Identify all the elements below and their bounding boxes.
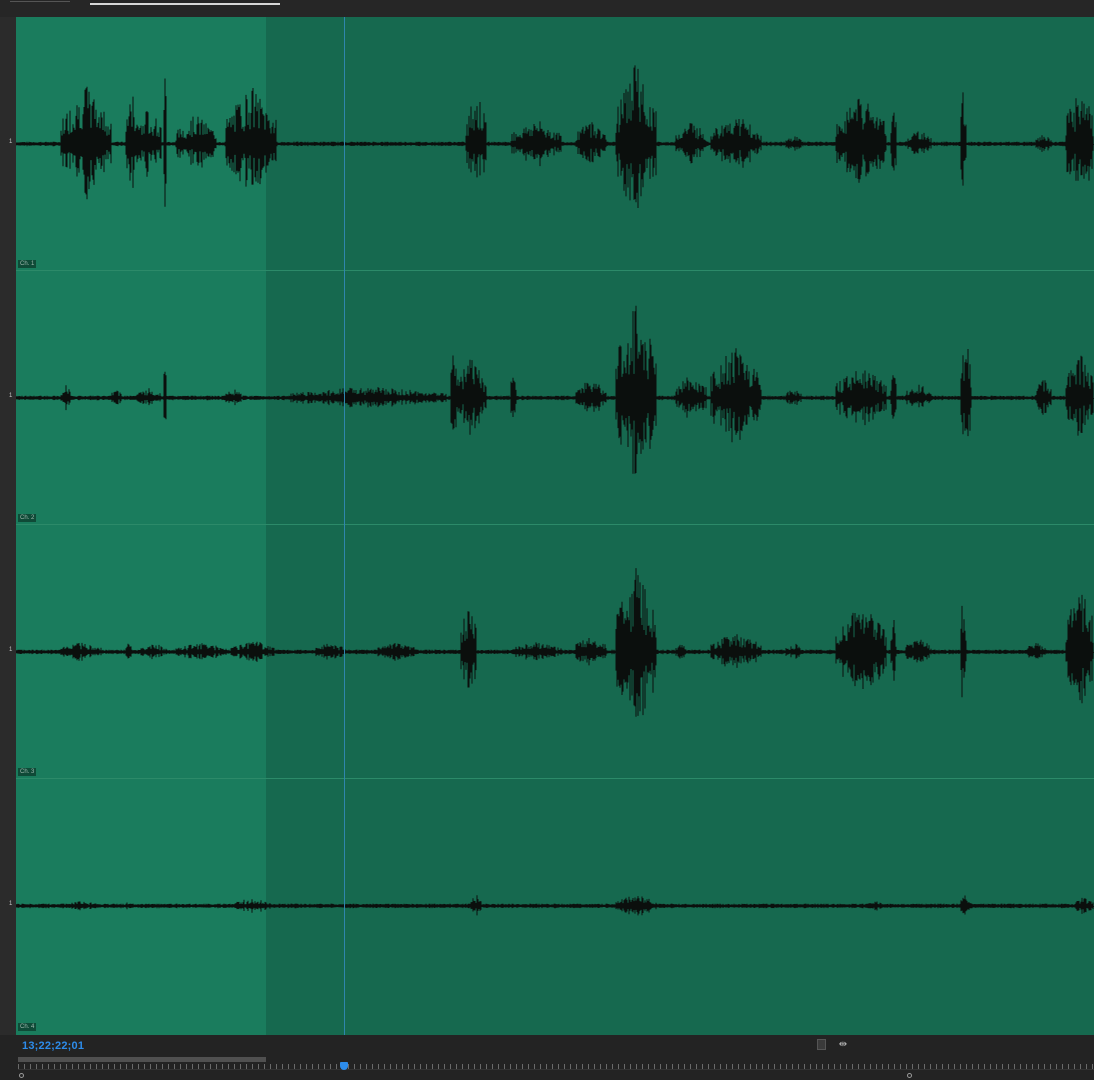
channel-2-scale-mark: 1 — [9, 393, 13, 399]
channel-3-label: Ch. 3 — [18, 768, 37, 776]
waveform-path — [16, 305, 1094, 474]
top-tab-bar — [0, 0, 1094, 17]
time-ruler[interactable] — [18, 1055, 1094, 1070]
channel-1-scale-mark: 1 — [9, 139, 13, 145]
channel-3-track[interactable]: Ch. 3 — [16, 525, 1094, 779]
fit-to-window-icon[interactable]: ⇹ — [836, 1039, 850, 1050]
channel-4-scale-mark: 1 — [9, 901, 13, 907]
active-tab-indicator[interactable] — [90, 3, 280, 5]
channel-2-track[interactable]: Ch. 2 — [16, 271, 1094, 525]
channel-2-waveform — [16, 305, 1094, 474]
waveform-editor[interactable]: Ch. 1 Ch. 2 Ch. 3 Ch. 4 — [16, 17, 1094, 1035]
tab-area[interactable] — [10, 1, 70, 2]
channel-1-label: Ch. 1 — [18, 260, 37, 268]
channel-1-track[interactable]: Ch. 1 — [16, 17, 1094, 271]
channel-1-waveform — [16, 65, 1094, 208]
channel-3-waveform — [16, 568, 1094, 717]
channel-4-waveform — [16, 895, 1094, 916]
zoom-end-handle[interactable] — [907, 1073, 912, 1078]
zoom-start-handle[interactable] — [19, 1073, 24, 1078]
visible-range-bar[interactable] — [18, 1057, 266, 1062]
ruler-ticks — [18, 1064, 1094, 1069]
channel-3-scale-mark: 1 — [9, 647, 13, 653]
playhead-line[interactable] — [344, 17, 345, 1035]
channel-4-label: Ch. 4 — [18, 1023, 37, 1031]
channel-2-label: Ch. 2 — [18, 514, 37, 522]
waveform-path — [16, 568, 1094, 717]
waveform-path — [16, 895, 1094, 916]
waveform-view-icon[interactable] — [817, 1039, 826, 1050]
timeline-controls: 13;22;22;01 ⇹ — [0, 1035, 1094, 1080]
channel-gutter: 1 1 1 1 — [0, 17, 16, 1035]
waveform-path — [16, 65, 1094, 208]
playhead-handle[interactable] — [340, 1062, 348, 1070]
current-timecode[interactable]: 13;22;22;01 — [22, 1040, 84, 1052]
channel-4-track[interactable]: Ch. 4 — [16, 779, 1094, 1033]
